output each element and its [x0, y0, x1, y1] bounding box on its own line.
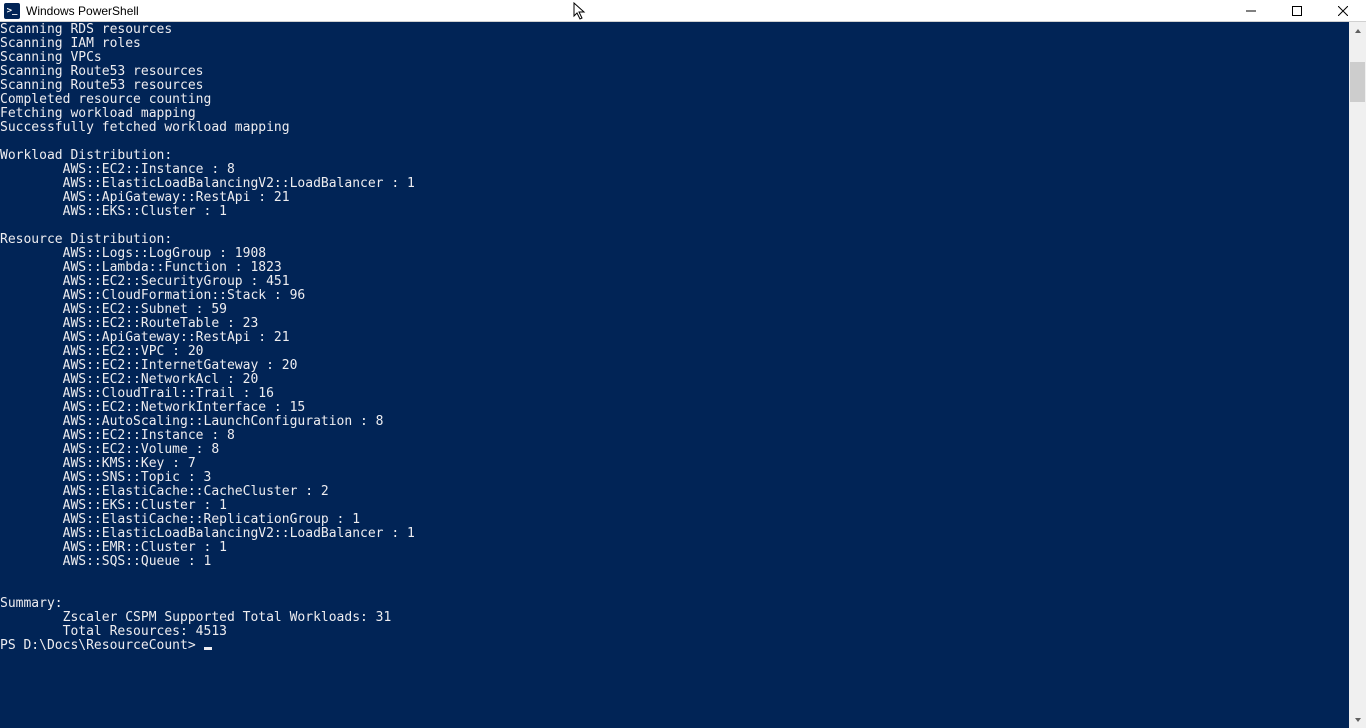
resource-item: AWS::EC2::InternetGateway : 20	[0, 359, 1349, 373]
scan-line: Scanning IAM roles	[0, 37, 1349, 51]
prompt-line[interactable]: PS D:\Docs\ResourceCount>	[0, 639, 1349, 653]
resource-item: AWS::EC2::RouteTable : 23	[0, 317, 1349, 331]
window-controls	[1228, 0, 1366, 21]
terminal-output[interactable]: Scanning RDS resourcesScanning IAM roles…	[0, 22, 1349, 728]
resource-item: AWS::AutoScaling::LaunchConfiguration : …	[0, 415, 1349, 429]
resource-item: AWS::CloudFormation::Stack : 96	[0, 289, 1349, 303]
vertical-scrollbar[interactable]	[1349, 22, 1366, 728]
summary-item: Zscaler CSPM Supported Total Workloads: …	[0, 611, 1349, 625]
blank-line	[0, 583, 1349, 597]
scan-line: Successfully fetched workload mapping	[0, 121, 1349, 135]
workload-item: AWS::ElasticLoadBalancingV2::LoadBalance…	[0, 177, 1349, 191]
close-button[interactable]	[1320, 0, 1366, 21]
powershell-icon: >_	[4, 3, 20, 19]
scroll-up-arrow[interactable]	[1349, 22, 1366, 39]
resource-item: AWS::EC2::NetworkAcl : 20	[0, 373, 1349, 387]
blank-line	[0, 219, 1349, 233]
workload-item: AWS::ApiGateway::RestApi : 21	[0, 191, 1349, 205]
resource-item: AWS::Lambda::Function : 1823	[0, 261, 1349, 275]
resource-item: AWS::ApiGateway::RestApi : 21	[0, 331, 1349, 345]
window-title: Windows PowerShell	[26, 4, 139, 18]
scan-line: Scanning Route53 resources	[0, 79, 1349, 93]
resource-item: AWS::ElasticLoadBalancingV2::LoadBalance…	[0, 527, 1349, 541]
minimize-button[interactable]	[1228, 0, 1274, 21]
workload-header: Workload Distribution:	[0, 149, 1349, 163]
resource-item: AWS::KMS::Key : 7	[0, 457, 1349, 471]
resource-item: AWS::EMR::Cluster : 1	[0, 541, 1349, 555]
resource-item: AWS::Logs::LogGroup : 1908	[0, 247, 1349, 261]
titlebar: >_ Windows PowerShell	[0, 0, 1366, 22]
workload-item: AWS::EKS::Cluster : 1	[0, 205, 1349, 219]
terminal-area: Scanning RDS resourcesScanning IAM roles…	[0, 22, 1366, 728]
blank-line	[0, 135, 1349, 149]
scan-line: Completed resource counting	[0, 93, 1349, 107]
titlebar-left: >_ Windows PowerShell	[4, 3, 139, 19]
resource-item: AWS::EC2::SecurityGroup : 451	[0, 275, 1349, 289]
resource-item: AWS::EC2::Subnet : 59	[0, 303, 1349, 317]
summary-header: Summary:	[0, 597, 1349, 611]
resource-item: AWS::EC2::NetworkInterface : 15	[0, 401, 1349, 415]
resource-item: AWS::EC2::Instance : 8	[0, 429, 1349, 443]
resource-item: AWS::SQS::Queue : 1	[0, 555, 1349, 569]
resource-item: AWS::EC2::VPC : 20	[0, 345, 1349, 359]
resource-item: AWS::SNS::Topic : 3	[0, 471, 1349, 485]
summary-item: Total Resources: 4513	[0, 625, 1349, 639]
resource-header: Resource Distribution:	[0, 233, 1349, 247]
resource-item: AWS::ElastiCache::CacheCluster : 2	[0, 485, 1349, 499]
scan-line: Scanning VPCs	[0, 51, 1349, 65]
resource-item: AWS::EKS::Cluster : 1	[0, 499, 1349, 513]
scan-line: Fetching workload mapping	[0, 107, 1349, 121]
scan-line: Scanning Route53 resources	[0, 65, 1349, 79]
scan-line: Scanning RDS resources	[0, 23, 1349, 37]
scroll-thumb[interactable]	[1350, 62, 1365, 102]
blank-line	[0, 569, 1349, 583]
maximize-button[interactable]	[1274, 0, 1320, 21]
scroll-down-arrow[interactable]	[1349, 711, 1366, 728]
resource-item: AWS::ElastiCache::ReplicationGroup : 1	[0, 513, 1349, 527]
workload-item: AWS::EC2::Instance : 8	[0, 163, 1349, 177]
prompt-text: PS D:\Docs\ResourceCount>	[0, 638, 204, 653]
resource-item: AWS::EC2::Volume : 8	[0, 443, 1349, 457]
resource-item: AWS::CloudTrail::Trail : 16	[0, 387, 1349, 401]
text-cursor	[204, 647, 212, 650]
